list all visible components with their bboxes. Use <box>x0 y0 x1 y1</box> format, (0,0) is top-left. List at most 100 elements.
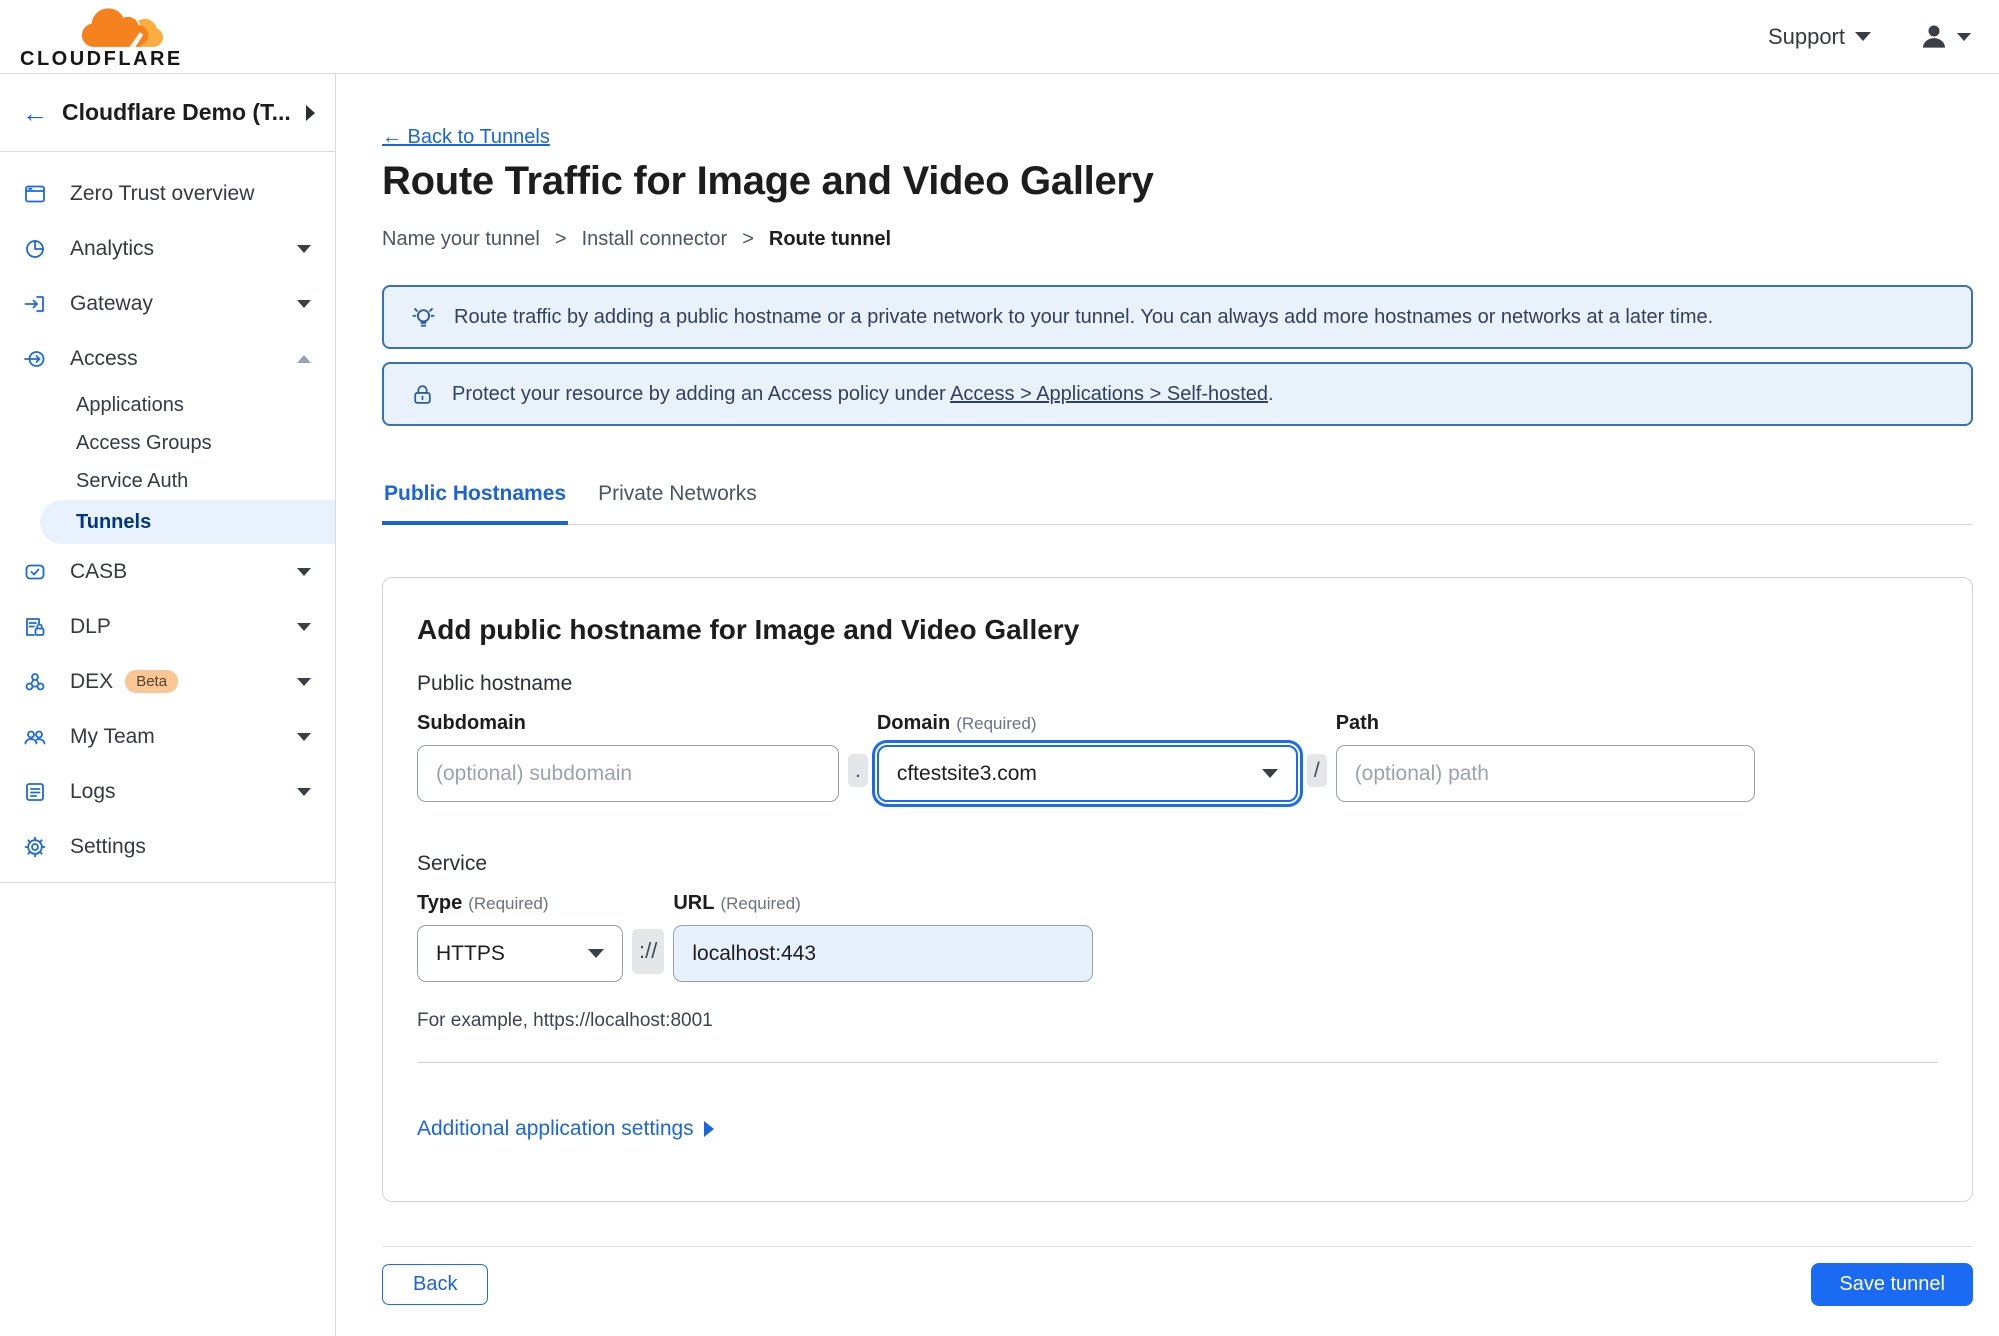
hostname-field-row: Subdomain . Domain (Required) cftestsite3… <box>417 712 1938 802</box>
account-name: Cloudflare Demo (T... <box>62 99 291 125</box>
path-label: Path <box>1335 712 1380 734</box>
breadcrumb-step-name-tunnel: Name your tunnel <box>382 228 540 250</box>
footer-actions: Back Save tunnel <box>382 1263 1973 1306</box>
sidebar-item-label: Zero Trust overview <box>70 181 255 205</box>
scheme-separator: :// <box>632 929 665 974</box>
back-arrow-icon[interactable]: ← <box>22 100 48 126</box>
lock-icon <box>414 384 431 404</box>
user-menu[interactable] <box>1919 22 1971 52</box>
sidebar-item-gateway[interactable]: Gateway <box>0 276 335 331</box>
service-type-field: Type (Required) HTTPS <box>417 892 623 982</box>
card-heading: Add public hostname for Image and Video … <box>417 614 1080 645</box>
additional-settings-toggle[interactable]: Additional application settings <box>417 1117 714 1141</box>
main-content: ← Back to Tunnels Route Traffic for Imag… <box>336 74 1999 1336</box>
sidebar-item-dex[interactable]: DEX Beta <box>0 654 335 709</box>
breadcrumb-step-route-tunnel: Route tunnel <box>768 228 892 250</box>
service-url-input[interactable] <box>673 925 1094 982</box>
chevron-down-icon <box>1261 769 1278 778</box>
access-icon <box>22 346 48 372</box>
breadcrumb: Name your tunnel > Install connector > R… <box>382 228 1973 251</box>
domain-select-value: cftestsite3.com <box>896 761 1037 785</box>
domain-select[interactable]: cftestsite3.com <box>876 745 1298 802</box>
sidebar-nav: Zero Trust overview Analytics Gateway Ac… <box>0 152 335 883</box>
sidebar-item-label: DEX Beta <box>70 670 297 694</box>
access-policy-banner-text: Protect your resource by adding an Acces… <box>452 383 1274 406</box>
tab-public-hostnames[interactable]: Public Hostnames <box>382 476 569 525</box>
sidebar: ← Cloudflare Demo (T... Zero Trust overv… <box>0 74 336 1336</box>
cloudflare-logo-text: CLOUDFLARE <box>20 48 183 70</box>
chevron-down-icon <box>297 732 311 741</box>
page-title: Route Traffic for Image and Video Galler… <box>382 159 1154 203</box>
back-to-tunnels-link[interactable]: ← Back to Tunnels <box>382 126 550 149</box>
tip-banner-text: Route traffic by adding a public hostnam… <box>454 305 1714 328</box>
sidebar-item-label: Access <box>70 346 138 370</box>
casb-icon <box>22 559 48 585</box>
cloudflare-cloud-icon <box>81 8 164 47</box>
support-label: Support <box>1767 23 1845 49</box>
chevron-down-icon <box>297 244 311 253</box>
sidebar-item-label: Settings <box>70 834 146 858</box>
chevron-down-icon <box>297 567 311 576</box>
top-header: CLOUDFLARE Support <box>0 0 1999 74</box>
dex-icon <box>22 669 48 695</box>
card-divider <box>417 1062 1938 1063</box>
sidebar-item-dex-label: DEX <box>70 669 114 693</box>
chevron-down-icon <box>297 677 311 686</box>
sidebar-item-label: Logs <box>70 779 116 803</box>
sidebar-item-access-groups[interactable]: Access Groups <box>0 424 335 462</box>
sidebar-item-label: Analytics <box>70 236 155 260</box>
support-menu[interactable]: Support <box>1768 24 1871 50</box>
subdomain-input[interactable] <box>417 745 839 802</box>
sidebar-item-label: CASB <box>70 559 128 583</box>
access-policy-banner: Protect your resource by adding an Acces… <box>382 362 1973 426</box>
cloudflare-logo[interactable]: CLOUDFLARE <box>20 2 183 71</box>
sidebar-item-my-team[interactable]: My Team <box>0 709 335 764</box>
sidebar-item-access[interactable]: Access <box>0 331 335 386</box>
sidebar-item-settings[interactable]: Settings <box>0 819 335 874</box>
lightbulb-icon <box>412 307 435 327</box>
chevron-down-icon <box>297 622 311 631</box>
sidebar-item-label: DLP <box>70 614 111 638</box>
url-label: URL <box>673 892 715 914</box>
sidebar-item-logs[interactable]: Logs <box>0 764 335 819</box>
breadcrumb-separator: > <box>554 228 567 250</box>
subdomain-label: Subdomain <box>417 712 526 734</box>
overview-icon <box>22 181 48 207</box>
tab-private-networks[interactable]: Private Networks <box>596 476 759 524</box>
hostname-tabs: Public Hostnames Private Networks <box>382 476 1973 525</box>
save-tunnel-button[interactable]: Save tunnel <box>1811 1263 1973 1306</box>
chevron-down-icon <box>588 949 604 958</box>
sidebar-item-casb[interactable]: CASB <box>0 544 335 599</box>
add-hostname-card: Add public hostname for Image and Video … <box>382 577 1973 1202</box>
chevron-down-icon <box>297 299 311 308</box>
slash-separator: / <box>1306 753 1327 787</box>
public-hostname-label: Public hostname <box>417 672 573 695</box>
domain-label: Domain <box>876 712 951 734</box>
breadcrumb-step-install-connector: Install connector <box>581 228 728 250</box>
chevron-right-icon <box>703 1121 714 1137</box>
sidebar-item-tunnels[interactable]: Tunnels <box>40 500 335 544</box>
sidebar-item-analytics[interactable]: Analytics <box>0 221 335 276</box>
service-field-row: Type (Required) HTTPS :// URL (Required) <box>417 892 1938 982</box>
chevron-right-icon[interactable] <box>306 104 315 121</box>
domain-field: Domain (Required) cftestsite3.com <box>876 712 1298 802</box>
breadcrumb-separator: > <box>742 228 754 250</box>
type-required-hint: (Required) <box>468 894 549 913</box>
sidebar-item-zero-trust-overview[interactable]: Zero Trust overview <box>0 166 335 221</box>
back-button[interactable]: Back <box>382 1264 489 1305</box>
dlp-icon <box>22 614 48 640</box>
path-input[interactable] <box>1335 745 1755 802</box>
dot-separator: . <box>848 753 868 787</box>
sidebar-item-applications[interactable]: Applications <box>0 386 335 424</box>
service-type-select[interactable]: HTTPS <box>417 925 623 982</box>
chevron-down-icon <box>297 787 311 796</box>
sidebar-item-dlp[interactable]: DLP <box>0 599 335 654</box>
beta-badge: Beta <box>125 670 179 693</box>
sidebar-item-service-auth[interactable]: Service Auth <box>0 462 335 500</box>
sidebar-account-header: ← Cloudflare Demo (T... <box>0 74 335 152</box>
access-applications-self-hosted-link[interactable]: Access > Applications > Self-hosted <box>950 383 1268 405</box>
chevron-down-icon <box>1957 32 1971 41</box>
service-url-field: URL (Required) <box>673 892 1094 982</box>
chevron-down-icon <box>1855 32 1871 41</box>
team-icon <box>22 724 48 750</box>
